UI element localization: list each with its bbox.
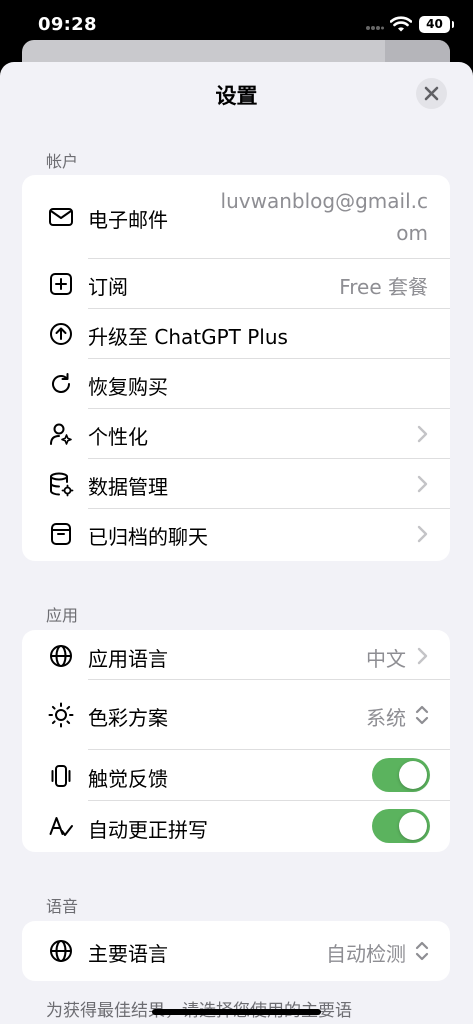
row-autocorrect: 自动更正拼写 bbox=[22, 801, 450, 852]
main-language-label: 主要语言 bbox=[88, 942, 168, 966]
row-personalization[interactable]: 个性化 bbox=[22, 409, 450, 459]
sun-icon bbox=[48, 702, 74, 728]
restore-label: 恢复购买 bbox=[88, 375, 168, 399]
main-language-value: 自动检测 bbox=[326, 942, 406, 966]
archive-box-icon bbox=[51, 523, 71, 545]
email-value-line1: luvwanblog@gmail.c bbox=[220, 189, 428, 213]
upgrade-label: 升级至 ChatGPT Plus bbox=[88, 325, 288, 349]
plus-square-icon bbox=[50, 273, 72, 295]
row-email[interactable]: 电子邮件 luvwanblog@gmail.c om bbox=[22, 175, 450, 259]
wifi-icon bbox=[390, 16, 412, 32]
app-language-value: 中文 bbox=[366, 647, 406, 671]
email-label: 电子邮件 bbox=[88, 208, 168, 232]
color-scheme-value: 系统 bbox=[366, 706, 406, 730]
battery-icon: 40 bbox=[419, 16, 454, 33]
haptics-phone-icon bbox=[51, 765, 71, 787]
restore-icon bbox=[52, 373, 70, 393]
settings-sheet: 设置 帐户 电子邮件 luvwanblog@gmail.c om 订阅 Free… bbox=[0, 62, 473, 1024]
mail-icon bbox=[49, 208, 73, 226]
row-restore-purchases[interactable]: 恢复购买 bbox=[22, 359, 450, 409]
arrow-up-circle-icon bbox=[50, 323, 72, 345]
personalization-label: 个性化 bbox=[88, 425, 148, 449]
subscription-value: Free 套餐 bbox=[339, 275, 428, 299]
color-scheme-label: 色彩方案 bbox=[88, 706, 168, 730]
chevron-updown-icon bbox=[415, 941, 429, 961]
speech-group: 主要语言 自动检测 bbox=[22, 921, 450, 981]
section-label-speech: 语音 bbox=[46, 897, 79, 916]
section-label-account: 帐户 bbox=[46, 152, 79, 171]
chevron-right-icon bbox=[417, 647, 428, 665]
autocorrect-toggle[interactable] bbox=[372, 809, 430, 843]
person-sparkle-icon bbox=[50, 423, 72, 445]
signal-dots-icon bbox=[366, 26, 384, 30]
email-value-line2: om bbox=[396, 221, 428, 245]
database-gear-icon bbox=[50, 472, 74, 497]
autocorrect-icon bbox=[49, 817, 73, 836]
section-label-app: 应用 bbox=[46, 606, 79, 625]
account-group: 电子邮件 luvwanblog@gmail.c om 订阅 Free 套餐 升级… bbox=[22, 175, 450, 561]
archived-label: 已归档的聊天 bbox=[88, 525, 208, 549]
haptics-toggle[interactable] bbox=[372, 758, 430, 792]
row-upgrade[interactable]: 升级至 ChatGPT Plus bbox=[22, 309, 450, 359]
home-indicator[interactable] bbox=[152, 1009, 321, 1015]
row-color-scheme[interactable]: 色彩方案 系统 bbox=[22, 680, 450, 750]
chevron-right-icon bbox=[417, 425, 428, 443]
row-main-language[interactable]: 主要语言 自动检测 bbox=[22, 921, 450, 981]
autocorrect-label: 自动更正拼写 bbox=[88, 818, 208, 842]
row-data-controls[interactable]: 数据管理 bbox=[22, 459, 450, 509]
chevron-right-icon bbox=[417, 475, 428, 493]
row-archived-chats[interactable]: 已归档的聊天 bbox=[22, 509, 450, 561]
sheet-title: 设置 bbox=[215, 84, 258, 108]
data-controls-label: 数据管理 bbox=[88, 475, 168, 499]
subscription-label: 订阅 bbox=[88, 275, 128, 299]
close-button[interactable] bbox=[416, 78, 447, 109]
globe-icon bbox=[50, 940, 72, 962]
haptics-label: 触觉反馈 bbox=[88, 767, 168, 791]
row-haptics: 触觉反馈 bbox=[22, 750, 450, 801]
close-icon bbox=[424, 86, 439, 101]
row-app-language[interactable]: 应用语言 中文 bbox=[22, 630, 450, 680]
app-group: 应用语言 中文 色彩方案 系统 触觉反馈 自动更正拼写 bbox=[22, 630, 450, 852]
row-subscription[interactable]: 订阅 Free 套餐 bbox=[22, 259, 450, 309]
app-language-label: 应用语言 bbox=[88, 647, 168, 671]
chevron-right-icon bbox=[417, 525, 428, 543]
status-time: 09:28 bbox=[38, 14, 97, 35]
chevron-updown-icon bbox=[415, 705, 429, 725]
globe-icon bbox=[50, 645, 72, 667]
